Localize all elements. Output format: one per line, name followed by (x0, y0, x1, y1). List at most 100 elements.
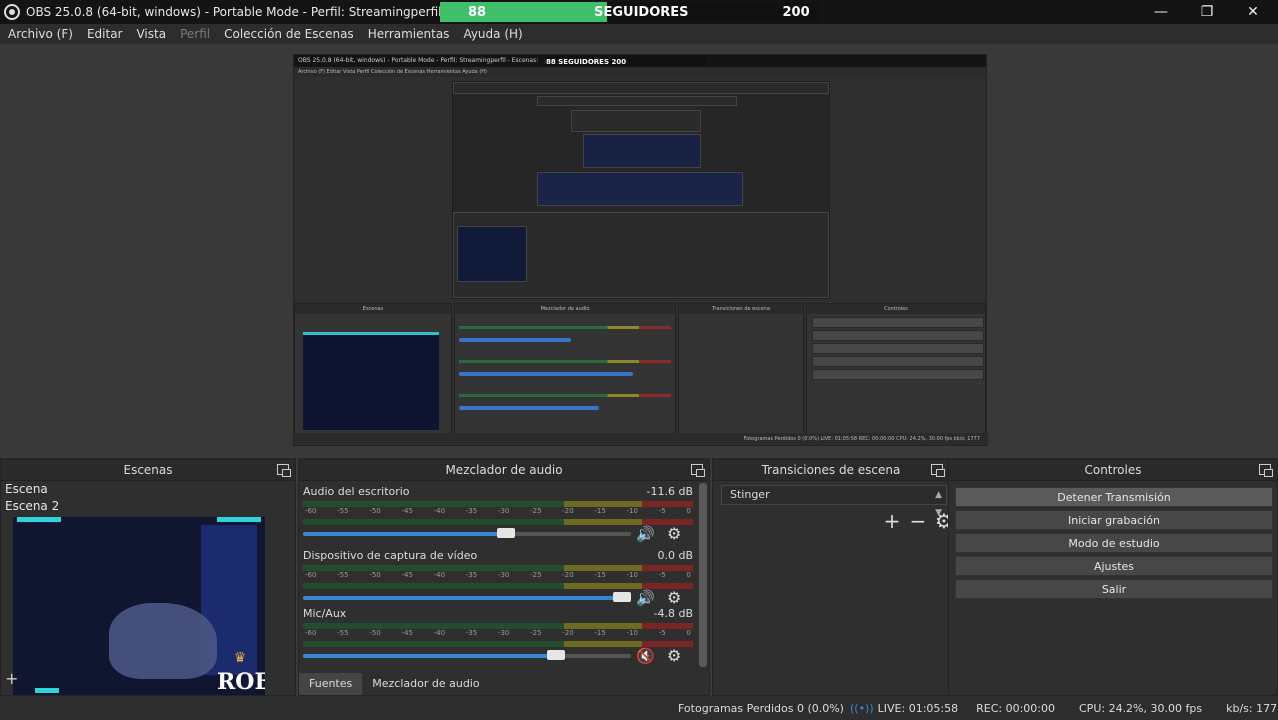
nested-layer (537, 172, 743, 206)
meter-tick: -10 (626, 507, 638, 515)
meter-tick: 0 (686, 507, 691, 515)
volume-thumb[interactable] (497, 528, 516, 538)
float-dock-icon[interactable] (931, 464, 945, 477)
scenes-header: Escenas (1, 459, 295, 481)
meter-tick: -40 (433, 571, 446, 579)
float-dock-icon[interactable] (277, 464, 291, 477)
nested-layer (571, 110, 701, 132)
nested-control-btn (812, 369, 984, 380)
meter-tick: -20 (562, 507, 574, 515)
follower-goal-fill (440, 2, 608, 22)
channel-name: Dispositivo de captura de vídeo (303, 549, 478, 562)
volume-slider[interactable] (303, 596, 631, 600)
volume-slider[interactable] (303, 532, 631, 536)
nested-menu: Archivo (F) Editar Vista Perfil Colecció… (294, 67, 986, 77)
remove-transition-button[interactable]: − (905, 509, 931, 533)
volume-thumb[interactable] (546, 650, 565, 660)
settings-button[interactable]: Ajustes (955, 556, 1273, 576)
audio-mixer-dock: Mezclador de audio Audio del escritorio … (298, 458, 710, 696)
follower-goal-bar: 88 SEGUIDORES 200 (440, 2, 820, 22)
channel-db: -4.8 dB (653, 607, 694, 620)
meter-yellow (564, 565, 643, 571)
menu-item[interactable]: Herramientas (368, 27, 450, 41)
volume-meter (303, 623, 693, 629)
scene-item[interactable]: Escena (1, 481, 295, 498)
volume-meter (303, 501, 693, 507)
nested-volume (459, 372, 633, 376)
meter-tick: -35 (465, 629, 478, 637)
follower-goal: 200 (782, 4, 810, 20)
nested-meter (459, 360, 671, 363)
float-dock-icon[interactable] (691, 464, 705, 477)
gear-icon[interactable]: ⚙ (667, 646, 681, 665)
speaker-icon[interactable]: 🔊 (636, 525, 655, 543)
menu-item[interactable]: Perfil (180, 27, 210, 41)
window-title: OBS 25.0.8 (64-bit, windows) - Portable … (26, 5, 507, 19)
meter-red (642, 565, 693, 571)
menu-item[interactable]: Editar (87, 27, 123, 41)
exit-button[interactable]: Salir (955, 579, 1273, 599)
tab-sources[interactable]: Fuentes (299, 673, 363, 695)
meter-green (303, 565, 565, 571)
meter-tick: -35 (465, 571, 478, 579)
meter-tick: -55 (337, 629, 349, 637)
nested-layer (537, 96, 737, 106)
transition-select[interactable]: Stinger ▲ ▼ (721, 485, 947, 518)
mixer-channel: Dispositivo de captura de vídeo 0.0 dB -… (303, 549, 693, 607)
meter-tick: -60 (305, 629, 317, 637)
volume-fill (303, 596, 631, 600)
stop-streaming-button[interactable]: Detener Transmisión (955, 487, 1273, 507)
volume-thumb[interactable] (613, 592, 631, 602)
meter-tick: -55 (337, 571, 349, 579)
muted-speaker-icon[interactable]: 🔇 (636, 647, 655, 665)
live-icon: ((•)) (849, 701, 874, 715)
nested-layer (583, 134, 701, 168)
transition-selected: Stinger (730, 488, 770, 501)
meter-ticks: -60 -55 -50 -45 -40 -35 -30 -25 -20 -15 -10 -5 0 (303, 507, 693, 517)
channel-header: Audio del escritorio -11.6 dB (303, 485, 693, 499)
tab-audio-mixer[interactable]: Mezclador de audio (362, 673, 489, 695)
close-button[interactable]: ✕ (1230, 0, 1276, 24)
nested-layer (457, 226, 527, 282)
add-scene-button[interactable]: + (5, 669, 18, 688)
nested-dock-header: Controles (807, 304, 985, 314)
meter-tick: -10 (626, 629, 638, 637)
mixer-header: Mezclador de audio (299, 459, 709, 481)
meter-tick: -40 (433, 629, 446, 637)
menu-item[interactable]: Ayuda (H) (463, 27, 522, 41)
volume-slider[interactable] (303, 654, 631, 658)
preview-canvas[interactable]: OBS 25.0.8 (64-bit, windows) - Portable … (0, 44, 1278, 456)
float-dock-icon[interactable] (1259, 464, 1273, 477)
start-recording-button[interactable]: Iniciar grabación (955, 510, 1273, 530)
nested-volume (459, 406, 599, 410)
nested-title: OBS 25.0.8 (64-bit, windows) - Portable … (298, 57, 539, 64)
nested-title-bar: OBS 25.0.8 (64-bit, windows) - Portable … (294, 55, 986, 67)
dropped-frames: Fotogramas Perdidos 0 (0.0%) (678, 701, 844, 715)
frame-accent (17, 517, 61, 522)
meter-tick: -50 (369, 571, 381, 579)
status-bar: Fotogramas Perdidos 0 (0.0%) ((•)) LIVE:… (0, 696, 1278, 720)
nested-control-btn (812, 343, 984, 354)
meter-tick: -40 (433, 507, 446, 515)
meter-tick: -20 (562, 629, 574, 637)
menu-item[interactable]: Colección de Escenas (224, 27, 354, 41)
menu-item[interactable]: Vista (136, 27, 166, 41)
speaker-icon[interactable]: 🔊 (636, 589, 655, 607)
meter-green (303, 501, 565, 507)
menu-item[interactable]: Archivo (F) (8, 27, 73, 41)
add-transition-button[interactable]: + (879, 509, 905, 533)
channel-header: Dispositivo de captura de vídeo 0.0 dB (303, 549, 693, 563)
channel-logo: ROB (217, 669, 265, 695)
mixer-scrollbar[interactable] (699, 483, 707, 667)
channel-header: Mic/Aux -4.8 dB (303, 607, 693, 621)
scene-item[interactable]: Escena 2 (1, 498, 295, 515)
minimize-button[interactable]: — (1138, 0, 1184, 24)
volume-slider-row: 🔇 ⚙ (303, 646, 693, 665)
volume-fill (303, 654, 556, 658)
maximize-button[interactable]: ❐ (1184, 0, 1230, 24)
gear-icon[interactable]: ⚙ (667, 524, 681, 543)
studio-mode-button[interactable]: Modo de estudio (955, 533, 1273, 553)
gear-icon[interactable]: ⚙ (667, 588, 681, 607)
transitions-header: Transiciones de escena (713, 459, 949, 481)
meter-tick: -25 (530, 507, 542, 515)
